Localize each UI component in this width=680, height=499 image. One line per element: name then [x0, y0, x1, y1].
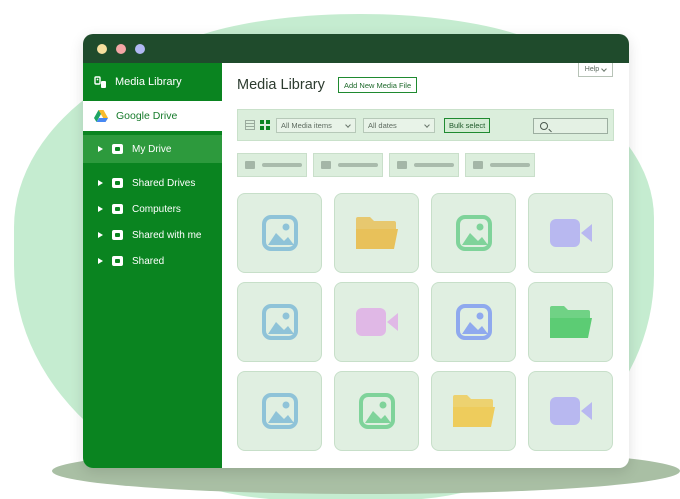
image-icon [261, 215, 298, 251]
media-tile[interactable] [431, 193, 516, 273]
folder-icon [473, 161, 483, 169]
help-button[interactable]: Help [578, 63, 613, 77]
search-input[interactable] [533, 118, 608, 134]
folder-chip[interactable] [465, 153, 535, 177]
expand-caret-icon[interactable] [98, 180, 103, 186]
video-icon [549, 218, 593, 248]
folder-icon [354, 215, 400, 251]
window-dot-red[interactable] [116, 43, 126, 54]
sidebar-header-label: Media Library [115, 76, 182, 88]
media-type-filter[interactable]: All Media items [276, 118, 356, 133]
image-icon [455, 215, 492, 251]
date-filter[interactable]: All dates [363, 118, 435, 133]
help-label: Help [584, 66, 600, 73]
sidebar-item-label: Shared [132, 255, 165, 267]
main-panel: Media Library Add New Media File Help Al… [222, 63, 629, 468]
media-tile[interactable] [528, 193, 613, 273]
sidebar-item-label: Shared with me [132, 229, 202, 241]
stage: Media Library Google Drive My Drive Shar… [0, 0, 680, 499]
media-grid [237, 193, 613, 451]
folder-name-placeholder [414, 163, 454, 167]
sidebar-item-label: Computers [132, 203, 181, 215]
search-icon [540, 122, 548, 130]
folder-name-placeholder [338, 163, 378, 167]
sidebar-item-shared-with-me[interactable]: Shared with me [83, 222, 222, 248]
sidebar-google-drive-label: Google Drive [116, 110, 178, 122]
folder-chip[interactable] [313, 153, 383, 177]
google-drive-icon [94, 110, 108, 122]
media-tile[interactable] [237, 371, 322, 451]
chevron-down-icon [424, 122, 430, 128]
media-library-icon [94, 75, 106, 88]
window-dot-yellow[interactable] [97, 43, 107, 54]
chevron-down-icon [601, 65, 608, 72]
sidebar-item-shared-drives[interactable]: Shared Drives [83, 170, 222, 196]
date-filter-value: All dates [368, 121, 397, 130]
computers-icon [112, 204, 123, 214]
video-icon [355, 307, 399, 337]
app-window: Media Library Google Drive My Drive Shar… [83, 34, 629, 468]
media-tile[interactable] [528, 282, 613, 362]
folder-icon [451, 393, 497, 429]
bulk-select-button[interactable]: Bulk select [444, 118, 491, 133]
sidebar-item-shared[interactable]: Shared [83, 248, 222, 274]
folder-chip[interactable] [237, 153, 307, 177]
image-icon [358, 393, 395, 429]
sidebar: Media Library Google Drive My Drive Shar… [83, 63, 222, 468]
sidebar-item-computers[interactable]: Computers [83, 196, 222, 222]
sidebar-item-my-drive[interactable]: My Drive [83, 135, 222, 163]
media-tile[interactable] [431, 371, 516, 451]
chevron-down-icon [345, 122, 351, 128]
media-tile[interactable] [334, 193, 419, 273]
shared-drives-icon [112, 178, 123, 188]
folder-name-placeholder [262, 163, 302, 167]
image-icon [455, 304, 492, 340]
media-tile[interactable] [334, 371, 419, 451]
window-dot-purple[interactable] [135, 43, 145, 54]
media-tile[interactable] [528, 371, 613, 451]
expand-caret-icon[interactable] [98, 206, 103, 212]
list-view-icon[interactable] [245, 120, 255, 130]
sidebar-google-drive[interactable]: Google Drive [83, 101, 222, 131]
media-type-filter-value: All Media items [281, 121, 332, 130]
media-tile[interactable] [431, 282, 516, 362]
grid-view-icon[interactable] [260, 120, 270, 130]
folder-chip-row [237, 153, 535, 177]
image-icon [261, 393, 298, 429]
add-new-media-file-button[interactable]: Add New Media File [338, 77, 418, 93]
folder-icon [245, 161, 255, 169]
my-drive-icon [112, 144, 123, 154]
shared-with-me-icon [112, 230, 123, 240]
video-icon [549, 396, 593, 426]
sidebar-item-label: Shared Drives [132, 177, 196, 189]
media-tile[interactable] [334, 282, 419, 362]
folder-icon [397, 161, 407, 169]
media-toolbar: All Media items All dates Bulk select [237, 109, 614, 141]
sidebar-header[interactable]: Media Library [83, 63, 222, 101]
folder-icon [321, 161, 331, 169]
image-icon [261, 304, 298, 340]
page-title: Media Library [237, 77, 325, 93]
expand-caret-icon[interactable] [98, 146, 103, 152]
expand-caret-icon[interactable] [98, 232, 103, 238]
shared-icon [112, 256, 123, 266]
title-bar [83, 34, 629, 63]
media-tile[interactable] [237, 193, 322, 273]
media-tile[interactable] [237, 282, 322, 362]
expand-caret-icon[interactable] [98, 258, 103, 264]
sidebar-item-label: My Drive [132, 143, 172, 155]
folder-chip[interactable] [389, 153, 459, 177]
folder-icon [548, 304, 594, 340]
folder-name-placeholder [490, 163, 530, 167]
